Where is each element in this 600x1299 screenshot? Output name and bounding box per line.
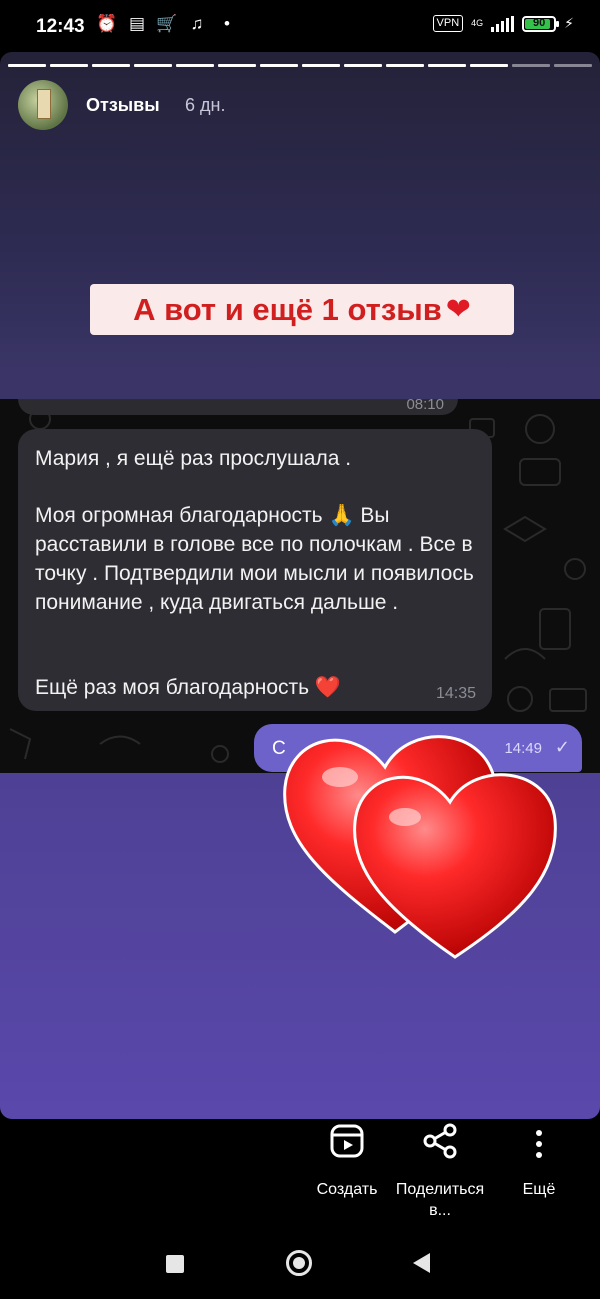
progress-segment (134, 64, 172, 67)
message-line: Мария , я ещё раз прослушала . (35, 447, 352, 470)
progress-segment (344, 64, 382, 67)
alarm-icon: ⏰ (96, 14, 118, 33)
story-progress (8, 64, 592, 67)
message-time: 14:35 (435, 685, 476, 702)
cart-icon: 🛒 (156, 14, 178, 33)
message-line: Ещё раз моя благодарность ❤️ (35, 676, 342, 699)
message-body: Моя огромная благодарность 🙏 Вы расстави… (35, 504, 474, 614)
story-actions: Создать Поделиться в... Ещё (0, 1119, 600, 1229)
progress-segment (8, 64, 46, 67)
story-caption: А вот и ещё 1 отзыв ❤ (90, 284, 514, 335)
reels-icon (330, 1124, 364, 1158)
create-label: Создать (316, 1181, 378, 1198)
system-nav-bar (0, 1229, 600, 1299)
progress-segment (50, 64, 88, 67)
news-icon: ▤ (128, 14, 146, 33)
heart-icon: ❤ (445, 293, 471, 326)
avatar[interactable] (18, 80, 68, 130)
notification-icons: ⏰ ▤ 🛒 ♫ • (96, 14, 238, 34)
music-icon: ♫ (190, 14, 204, 33)
charging-icon: ⚡ (564, 15, 574, 31)
status-bar: 12:43 ⏰ ▤ 🛒 ♫ • VPN 4G 90 ⚡ (0, 0, 600, 52)
previous-message-bubble: 08:10 (18, 399, 458, 415)
signal-icon (491, 15, 515, 32)
progress-segment (512, 64, 550, 67)
caption-text: А вот и ещё 1 отзыв (133, 291, 442, 327)
progress-segment (176, 64, 214, 67)
home-button[interactable] (286, 1250, 312, 1276)
more-vertical-icon (536, 1130, 542, 1158)
more-label: Ещё (522, 1181, 556, 1198)
progress-segment (302, 64, 340, 67)
recent-apps-button[interactable] (166, 1255, 184, 1273)
share-icon (423, 1123, 457, 1159)
progress-segment (470, 64, 508, 67)
system-indicators: VPN 4G 90 ⚡ (432, 15, 574, 32)
story-username[interactable]: Отзывы (86, 95, 160, 116)
progress-segment (386, 64, 424, 67)
message-time: 08:10 (406, 399, 444, 413)
progress-segment (428, 64, 466, 67)
story-age: 6 дн. (185, 95, 226, 115)
progress-segment (260, 64, 298, 67)
progress-segment (218, 64, 256, 67)
incoming-message-bubble: Мария , я ещё раз прослушала . Моя огром… (18, 429, 492, 711)
battery-icon: 90 (522, 15, 560, 32)
hearts-sticker (283, 735, 557, 959)
story-viewer[interactable]: Отзывы 6 дн. А вот и ещё 1 отзыв ❤ 08:10… (0, 52, 600, 1119)
back-button[interactable] (413, 1253, 430, 1273)
clock: 12:43 (36, 16, 85, 37)
share-label: Поделиться в... (395, 1181, 485, 1219)
progress-segment (554, 64, 592, 67)
share-button[interactable]: Поделиться в... (384, 1119, 496, 1221)
dot-icon: • (224, 14, 230, 33)
vpn-icon: VPN (432, 15, 464, 32)
more-button[interactable]: Ещё (500, 1119, 578, 1200)
network-type: 4G (471, 18, 484, 28)
progress-segment (92, 64, 130, 67)
create-button[interactable]: Создать (306, 1119, 388, 1200)
battery-level: 90 (533, 16, 546, 29)
heart-icon (353, 773, 557, 959)
